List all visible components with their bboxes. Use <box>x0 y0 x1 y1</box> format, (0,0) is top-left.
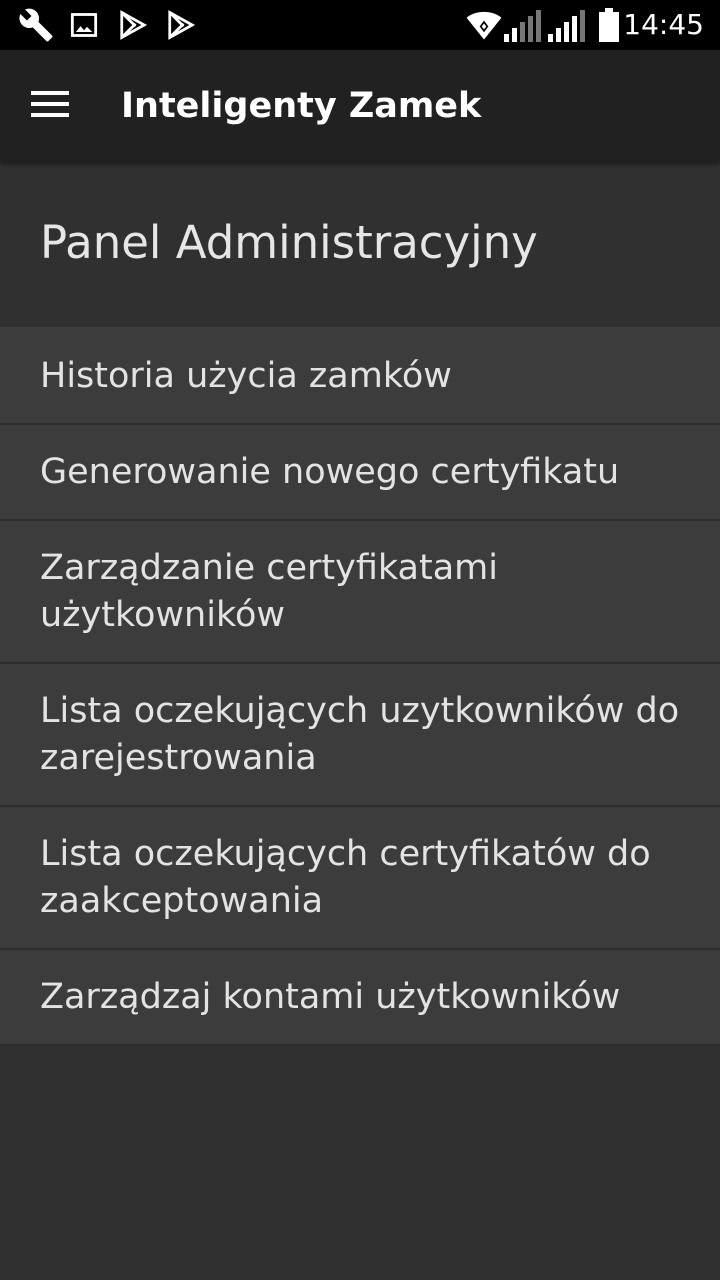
menu-item-label: Generowanie nowego certyfikatu <box>40 451 620 492</box>
wrench-icon <box>18 0 54 50</box>
menu-item-manage-user-certificates[interactable]: Zarządzanie certyfikatami użytkowników <box>0 521 720 664</box>
play-store-icon <box>166 0 196 50</box>
admin-panel-content: Panel Administracyjny Historia użycia za… <box>0 162 720 1280</box>
battery-icon <box>598 0 620 50</box>
menu-item-lock-history[interactable]: Historia użycia zamków <box>0 329 720 425</box>
menu-item-label: Lista oczekujących certyfikatów do zaakc… <box>40 833 651 921</box>
status-bar: 14:45 <box>0 0 720 50</box>
signal-icon <box>502 0 542 50</box>
app-bar: Inteligenty Zamek <box>0 50 720 162</box>
menu-item-label: Zarządzaj kontami użytkowników <box>40 976 621 1017</box>
menu-item-pending-users[interactable]: Lista oczekujących uzytkowników do zarej… <box>0 664 720 807</box>
signal-icon <box>546 0 586 50</box>
app-title: Inteligenty Zamek <box>121 86 482 126</box>
wifi-icon <box>466 0 502 50</box>
play-store-icon <box>118 0 148 50</box>
hamburger-menu-button[interactable] <box>22 78 78 134</box>
menu-item-label: Lista oczekujących uzytkowników do zarej… <box>40 690 680 778</box>
menu-item-label: Historia użycia zamków <box>40 355 452 396</box>
status-time: 14:45 <box>623 8 704 41</box>
menu-item-label: Zarządzanie certyfikatami użytkowników <box>40 547 498 635</box>
admin-menu-list: Historia użycia zamków Generowanie noweg… <box>0 329 720 1046</box>
menu-item-pending-certificates[interactable]: Lista oczekujących certyfikatów do zaakc… <box>0 807 720 950</box>
menu-item-generate-certificate[interactable]: Generowanie nowego certyfikatu <box>0 425 720 521</box>
page-title: Panel Administracyjny <box>40 216 538 269</box>
hamburger-menu-icon <box>31 90 69 122</box>
menu-item-manage-user-accounts[interactable]: Zarządzaj kontami użytkowników <box>0 950 720 1046</box>
panel-header: Panel Administracyjny <box>0 162 720 329</box>
image-icon <box>70 0 98 50</box>
